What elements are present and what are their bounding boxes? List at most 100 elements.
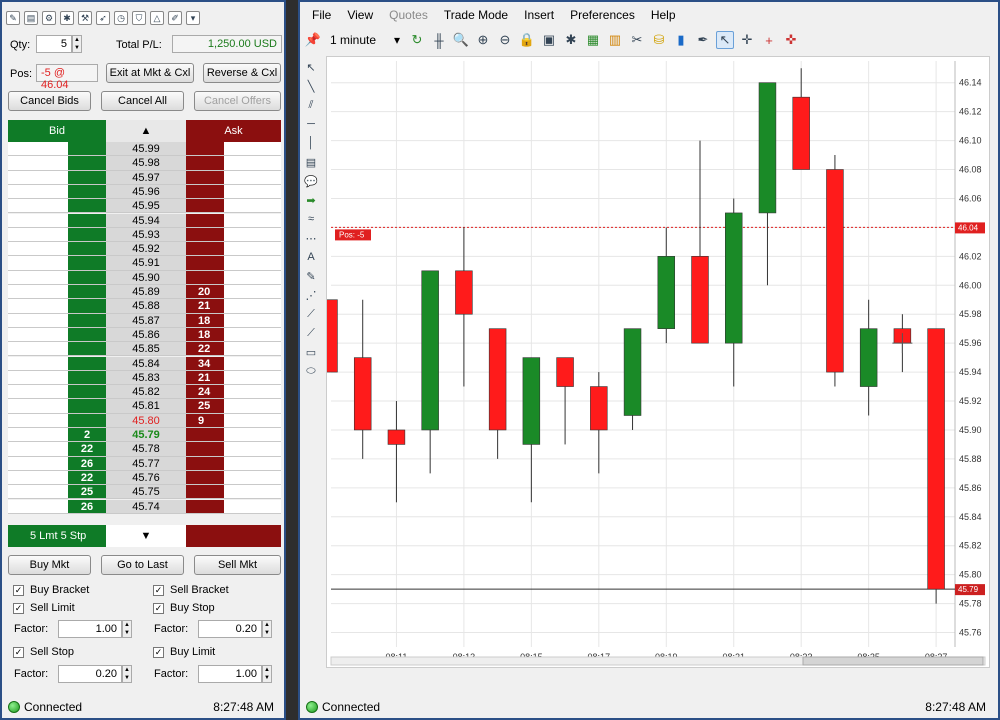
factor-spinner-2[interactable]: ▲ ▼ [262,620,272,638]
ladder-row[interactable]: 45.92 [8,242,281,257]
ask-order-cell[interactable] [224,499,281,514]
ask-order-cell[interactable] [224,456,281,471]
scroll-up-arrow[interactable]: ▲ [106,120,186,142]
price-cell[interactable]: 45.84 [106,356,186,371]
ask-size-cell[interactable] [186,256,224,271]
triangle-icon[interactable]: △ [150,11,164,25]
price-cell[interactable]: 45.83 [106,370,186,386]
ask-size-cell[interactable]: 22 [186,342,224,357]
ask-size-cell[interactable]: 9 [186,413,224,428]
ask-order-cell[interactable] [224,256,281,271]
ask-order-cell[interactable] [224,213,281,228]
menu-trade-mode[interactable]: Trade Mode [436,5,516,27]
ask-order-cell[interactable] [224,285,281,300]
bid-order-cell[interactable] [8,242,68,257]
channel-icon[interactable]: ⫽ [304,98,318,112]
buy-stop-checkbox[interactable]: ✓ [153,603,164,614]
price-cell[interactable]: 45.91 [106,256,186,271]
ladder-row[interactable]: 45.95 [8,199,281,214]
price-cell[interactable]: 45.89 [106,285,186,300]
bid-order-cell[interactable] [8,327,68,343]
ask-order-cell[interactable] [224,242,281,257]
ask-order-cell[interactable] [224,184,281,200]
tools-icon[interactable]: ⚒ [78,11,92,25]
bid-order-cell[interactable] [8,385,68,400]
bid-size-cell[interactable] [68,142,106,157]
ask-order-cell[interactable] [224,142,281,157]
price-cell[interactable]: 45.81 [106,399,186,414]
factor-input-4[interactable]: 1.00 [198,665,262,683]
ladder-row[interactable]: 45.85 22 [8,342,281,357]
ask-size-cell[interactable] [186,270,224,285]
gear-icon[interactable]: ⚙ [42,11,56,25]
bid-order-cell[interactable] [8,442,68,457]
bid-size-cell[interactable]: 25 [68,485,106,500]
bid-size-cell[interactable] [68,270,106,285]
hline-icon[interactable]: ─ [304,117,318,131]
pen-icon[interactable]: ✒ [694,31,712,49]
bid-order-cell[interactable] [8,170,68,185]
ladder-row[interactable]: 2 45.79 [8,428,281,443]
bid-order-cell[interactable] [8,213,68,228]
bid-order-cell[interactable] [8,428,68,443]
price-cell[interactable]: 45.98 [106,156,186,171]
rocket-icon[interactable]: ➶ [96,11,110,25]
ladder-row[interactable]: 45.94 [8,213,281,228]
bid-size-cell[interactable] [68,399,106,414]
ask-order-cell[interactable] [224,170,281,185]
bid-size-cell[interactable] [68,413,106,428]
ladder-row[interactable]: 45.98 [8,156,281,171]
ladder-row[interactable]: 22 45.78 [8,442,281,457]
ladder-row[interactable]: 22 45.76 [8,470,281,486]
price-cell[interactable]: 45.79 [106,428,186,443]
price-cell[interactable]: 45.75 [106,485,186,500]
factor-spinner-4[interactable]: ▲ ▼ [262,665,272,683]
bug-icon[interactable]: ✱ [60,11,74,25]
ellipse-icon[interactable]: ⬭ [304,364,318,378]
ladder-row[interactable]: 45.86 18 [8,327,281,343]
menu-help[interactable]: Help [643,5,684,27]
ladder-row[interactable]: 45.81 25 [8,399,281,414]
bid-size-cell[interactable] [68,285,106,300]
ladder-row[interactable]: 26 45.74 [8,499,281,514]
menu-preferences[interactable]: Preferences [562,5,643,27]
bid-size-cell[interactable] [68,156,106,171]
factor-input-2[interactable]: 0.20 [198,620,262,638]
price-cell[interactable]: 45.76 [106,470,186,486]
ask-size-cell[interactable] [186,499,224,514]
bid-size-cell[interactable] [68,170,106,185]
bid-order-cell[interactable] [8,156,68,171]
bid-size-cell[interactable] [68,184,106,200]
qty-input[interactable]: 5 [36,35,72,53]
qty-spinner[interactable]: ▲ ▼ [72,35,82,53]
line-icon[interactable]: ╲ [304,79,318,93]
bid-order-cell[interactable] [8,184,68,200]
menu-file[interactable]: File [304,5,339,27]
ladder-row[interactable]: 26 45.77 [8,456,281,471]
ask-size-cell[interactable] [186,456,224,471]
interval-select[interactable]: 1 minute ▾ [326,31,404,49]
ask-size-cell[interactable] [186,170,224,185]
ask-size-cell[interactable]: 24 [186,385,224,400]
scroll-down-arrow[interactable]: ▼ [106,525,186,547]
ask-size-cell[interactable] [186,156,224,171]
bid-order-cell[interactable] [8,199,68,214]
ask-order-cell[interactable] [224,399,281,414]
sell-mkt-button[interactable]: Sell Mkt [194,555,281,575]
factor-spinner-1[interactable]: ▲ ▼ [122,620,132,638]
bid-order-cell[interactable] [8,342,68,357]
buy-limit-checkbox[interactable]: ✓ [153,647,164,658]
ladder-row[interactable]: 45.82 24 [8,385,281,400]
bid-size-cell[interactable] [68,213,106,228]
ask-order-cell[interactable] [224,485,281,500]
ask-size-cell[interactable]: 25 [186,399,224,414]
pencil-icon[interactable]: ✎ [6,11,20,25]
green-arrow-icon[interactable]: ➡ [304,193,318,207]
go-to-last-button[interactable]: Go to Last [101,555,184,575]
text-icon[interactable]: A [304,250,318,264]
bid-size-cell[interactable]: 2 [68,428,106,443]
shield-icon[interactable]: ⛉ [132,11,146,25]
bid-order-cell[interactable] [8,356,68,371]
ask-size-cell[interactable]: 21 [186,370,224,386]
price-cell[interactable]: 45.92 [106,242,186,257]
